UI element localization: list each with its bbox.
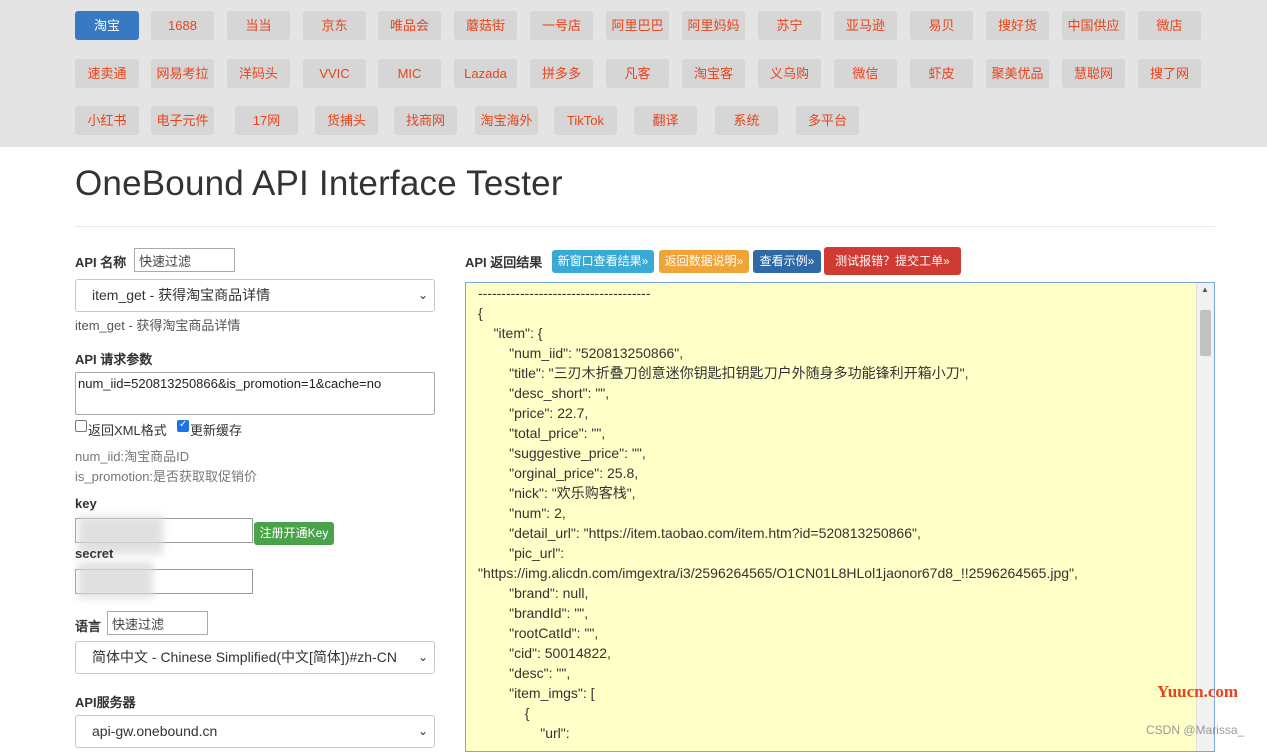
platform-nav-button[interactable]: 17网 [235,106,298,135]
platform-nav-button[interactable]: 速卖通 [75,59,139,88]
open-new-window-button[interactable]: 新窗口查看结果» [552,250,654,273]
refresh-cache-checkbox[interactable] [177,419,189,432]
watermark-credit: CSDN @Marissa_ [1146,723,1245,737]
param-help-is-promotion: is_promotion:是否获取取促销价 [75,469,258,484]
api-select-value: item_get - 获得淘宝商品详情 [92,287,271,303]
param-help-num-iid: num_iid:淘宝商品ID [75,449,190,464]
platform-nav-button[interactable]: 唯品会 [378,11,441,40]
platform-nav-button[interactable]: 淘宝 [75,11,139,40]
redaction-blur [78,562,153,598]
server-select[interactable]: api-gw.onebound.cn ⌄ [75,715,435,748]
api-filter-input[interactable]: 快速过滤 [134,248,235,272]
watermark-site: Yuucn.com [1157,682,1239,701]
api-description: item_get - 获得淘宝商品详情 [75,318,241,333]
platform-nav-button[interactable]: 慧聪网 [1062,59,1125,88]
platform-nav-button[interactable]: 网易考拉 [151,59,214,88]
platform-nav-button[interactable]: 淘宝海外 [475,106,538,135]
platform-nav: 淘宝 1688 当当 京东 唯品会 蘑菇街 一号店 阿里巴巴 阿里妈妈 苏宁 亚马逊 易贝 搜好货 中国供… [0,0,1267,147]
response-docs-button[interactable]: 返回数据说明» [659,250,749,273]
platform-nav-button[interactable]: 聚美优品 [986,59,1049,88]
report-error-button[interactable]: 测试报错？提交工单» [824,247,961,275]
language-label: 语言 [75,619,102,634]
platform-nav-button[interactable]: 淘宝客 [682,59,745,88]
chevron-down-icon: ⌄ [417,650,428,664]
title-divider [75,226,1215,227]
platform-nav-button[interactable]: 当当 [227,11,290,40]
platform-nav-button[interactable]: 苏宁 [758,11,821,40]
params-textarea[interactable]: num_iid=520813250866&is_promotion=1&cach… [75,372,435,415]
platform-nav-button[interactable]: 亚马逊 [834,11,897,40]
platform-nav-button[interactable]: 翻译 [634,106,697,135]
language-filter-input[interactable]: 快速过滤 [107,611,208,635]
result-scrollbar[interactable]: ▲ [1196,283,1214,751]
platform-nav-button[interactable]: 1688 [151,11,214,40]
platform-nav-button[interactable]: 小红书 [75,106,139,135]
xml-format-checkbox[interactable] [75,420,87,432]
platform-nav-button[interactable]: 中国供应 [1062,11,1125,40]
platform-nav-button[interactable]: 洋码头 [227,59,290,88]
server-label: API服务器 [75,695,136,710]
platform-nav-button[interactable]: Lazada [454,59,517,88]
view-example-button[interactable]: 查看示例» [753,250,821,273]
platform-nav-button[interactable]: 凡客 [606,59,669,88]
platform-nav-button[interactable]: 虾皮 [910,59,973,88]
platform-nav-button[interactable]: 货捕头 [315,106,378,135]
platform-nav-button[interactable]: 拼多多 [530,59,593,88]
result-label: API 返回结果 [465,255,543,270]
refresh-cache-label: 更新缓存 [190,423,243,438]
result-output[interactable]: ------------------------------------- { … [465,282,1215,752]
platform-nav-button[interactable]: VVIC [303,59,366,88]
server-select-value: api-gw.onebound.cn [92,723,218,739]
params-label: API 请求参数 [75,352,153,367]
platform-nav-button[interactable]: TikTok [554,106,617,135]
api-select[interactable]: item_get - 获得淘宝商品详情 ⌄ [75,279,435,312]
chevron-down-icon: ⌄ [417,724,428,738]
result-json-text: ------------------------------------- { … [478,285,1078,741]
key-label: key [75,496,97,511]
platform-nav-button[interactable]: 系统 [715,106,778,135]
platform-nav-button[interactable]: 一号店 [530,11,593,40]
language-select-value: 简体中文 - Chinese Simplified(中文[简体])#zh-CN [92,649,397,665]
platform-nav-button[interactable]: MIC [378,59,441,88]
api-name-label: API 名称 [75,255,127,270]
secret-label: secret [75,546,114,561]
platform-nav-button[interactable]: 多平台 [796,106,859,135]
platform-nav-button[interactable]: 微店 [1138,11,1201,40]
chevron-down-icon: ⌄ [417,288,428,302]
platform-nav-button[interactable]: 找商网 [394,106,457,135]
platform-nav-button[interactable]: 搜好货 [986,11,1049,40]
platform-nav-button[interactable]: 阿里巴巴 [606,11,669,40]
platform-nav-button[interactable]: 易贝 [910,11,973,40]
page-title: OneBound API Interface Tester [75,164,563,203]
platform-nav-button[interactable]: 电子元件 [151,106,214,135]
language-select[interactable]: 简体中文 - Chinese Simplified(中文[简体])#zh-CN … [75,641,435,674]
platform-nav-button[interactable]: 京东 [303,11,366,40]
platform-nav-button[interactable]: 阿里妈妈 [682,11,745,40]
platform-nav-button[interactable]: 蘑菇街 [454,11,517,40]
xml-format-label: 返回XML格式 [88,423,167,438]
register-key-button[interactable]: 注册开通Key [254,522,334,545]
platform-nav-button[interactable]: 微信 [834,59,897,88]
scrollbar-thumb[interactable] [1200,310,1211,356]
platform-nav-button[interactable]: 搜了网 [1138,59,1201,88]
platform-nav-button[interactable]: 义乌购 [758,59,821,88]
scroll-up-icon[interactable]: ▲ [1201,285,1209,294]
